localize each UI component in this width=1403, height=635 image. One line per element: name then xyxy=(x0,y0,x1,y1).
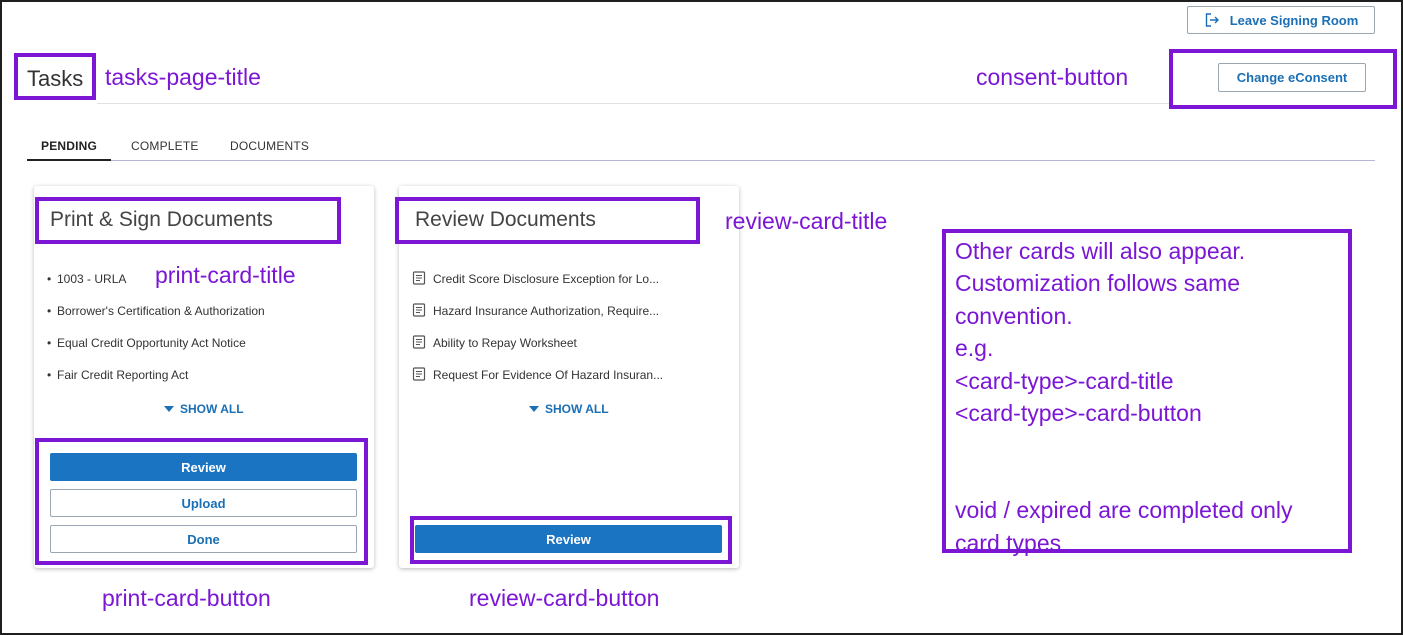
annotation-review-card-button: review-card-button xyxy=(469,585,660,611)
document-name: 1003 - URLA xyxy=(57,272,127,286)
highlight-consent-button xyxy=(1169,49,1397,109)
note-line: convention. xyxy=(955,302,1073,329)
leave-signing-room-button[interactable]: Leave Signing Room xyxy=(1187,6,1375,34)
document-icon xyxy=(412,367,426,381)
highlight-review-card-button xyxy=(410,516,732,564)
list-item: • Equal Credit Opportunity Act Notice xyxy=(47,336,265,368)
review-show-all-link[interactable]: SHOW ALL xyxy=(529,402,609,416)
note-line: e.g. xyxy=(955,335,994,362)
exit-icon xyxy=(1205,13,1219,27)
document-icon xyxy=(412,335,426,349)
header-divider xyxy=(97,103,1169,104)
annotation-note-box: Other cards will also appear. Customizat… xyxy=(942,229,1352,556)
annotation-print-card-button: print-card-button xyxy=(102,585,271,611)
annotation-tasks-page-title: tasks-page-title xyxy=(105,64,261,90)
caret-down-icon xyxy=(529,406,539,412)
document-name: Ability to Repay Worksheet xyxy=(433,336,577,350)
list-item: • Borrower's Certification & Authorizatio… xyxy=(47,304,265,336)
tabs-divider xyxy=(27,160,1375,161)
document-icon xyxy=(412,271,426,285)
list-item[interactable]: Hazard Insurance Authorization, Require.… xyxy=(412,303,663,336)
note-line: <card-type>-card-button xyxy=(955,400,1202,427)
document-icon xyxy=(412,303,426,317)
list-item: • Fair Credit Reporting Act xyxy=(47,368,265,400)
bullet-icon: • xyxy=(47,272,52,286)
highlight-print-card-buttons xyxy=(35,438,368,565)
note-line: Other cards will also appear. xyxy=(955,238,1246,264)
bullet-icon: • xyxy=(47,336,52,350)
note-line xyxy=(955,429,1348,461)
caret-down-icon xyxy=(164,406,174,412)
note-line xyxy=(955,462,1348,494)
tab-documents[interactable]: DOCUMENTS xyxy=(230,139,309,153)
annotation-review-card-title: review-card-title xyxy=(725,208,888,234)
review-document-list: Credit Score Disclosure Exception for Lo… xyxy=(412,271,664,400)
document-name: Request For Evidence Of Hazard Insuran..… xyxy=(433,368,664,382)
annotation-consent-button: consent-button xyxy=(976,64,1129,90)
note-line: <card-type>-card-title xyxy=(955,367,1174,394)
highlight-review-card-title xyxy=(395,197,700,244)
document-name: Fair Credit Reporting Act xyxy=(57,368,189,382)
highlight-tasks-title xyxy=(14,53,96,100)
bullet-icon: • xyxy=(47,304,52,318)
tab-pending[interactable]: PENDING xyxy=(41,139,97,153)
list-item[interactable]: Credit Score Disclosure Exception for Lo… xyxy=(412,271,663,304)
document-name: Borrower's Certification & Authorization xyxy=(57,304,265,318)
note-line: Customization follows same xyxy=(955,270,1241,297)
tab-complete[interactable]: COMPLETE xyxy=(131,139,199,153)
print-document-list: • 1003 - URLA • Borrower's Certification &… xyxy=(47,272,265,400)
leave-signing-room-label: Leave Signing Room xyxy=(1229,12,1359,28)
document-name: Hazard Insurance Authorization, Require.… xyxy=(433,304,660,318)
note-line: card types xyxy=(955,529,1062,556)
list-item[interactable]: Request For Evidence Of Hazard Insuran..… xyxy=(412,367,664,400)
highlight-print-card-title xyxy=(35,197,341,244)
show-all-label: SHOW ALL xyxy=(180,402,244,416)
document-name: Credit Score Disclosure Exception for Lo… xyxy=(433,272,660,286)
print-show-all-link[interactable]: SHOW ALL xyxy=(164,402,244,416)
show-all-label: SHOW ALL xyxy=(545,402,609,416)
note-line: void / expired are completed only xyxy=(955,497,1293,524)
bullet-icon: • xyxy=(47,368,52,382)
document-name: Equal Credit Opportunity Act Notice xyxy=(57,336,246,350)
list-item[interactable]: Ability to Repay Worksheet xyxy=(412,335,663,368)
annotation-print-card-title: print-card-title xyxy=(155,262,296,288)
active-tab-indicator xyxy=(27,159,111,161)
